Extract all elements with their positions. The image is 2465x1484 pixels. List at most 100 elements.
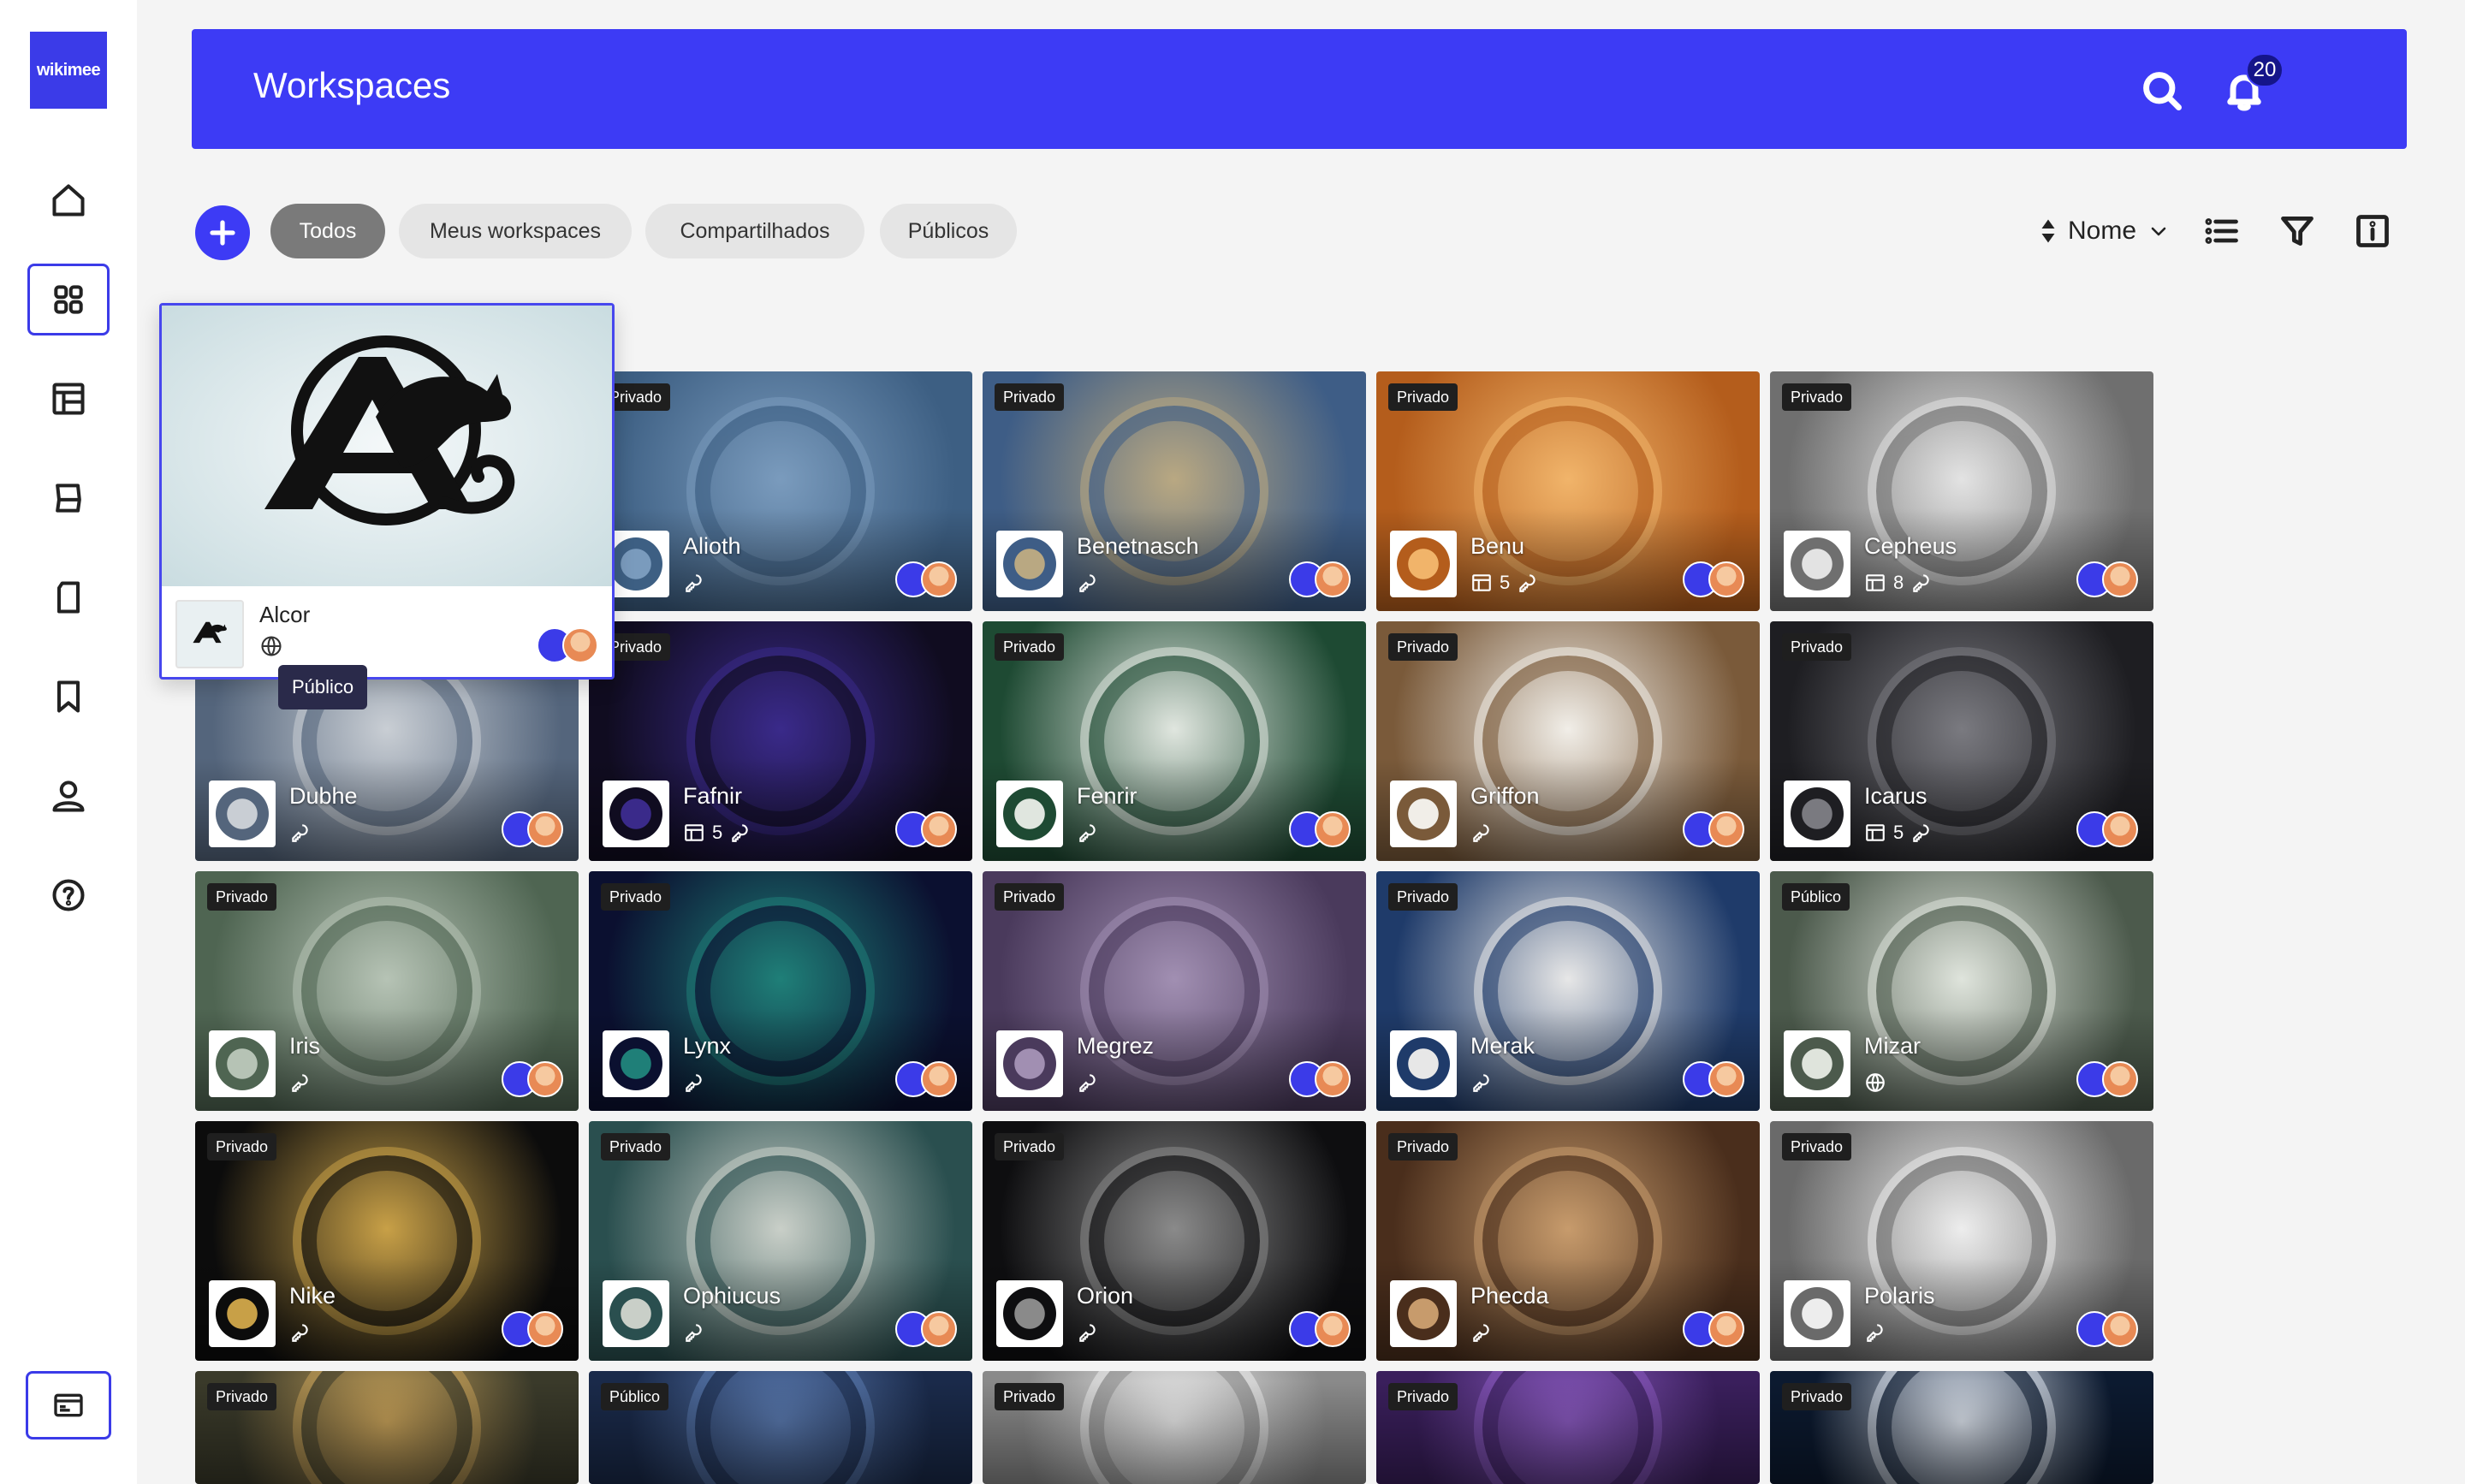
sort-dropdown[interactable]: Nome: [2040, 211, 2169, 252]
key-icon: [686, 1324, 702, 1342]
workspace-thumbnail: [1390, 781, 1457, 847]
workspace-card[interactable]: Público Mizar: [1770, 871, 2153, 1111]
workspace-card[interactable]: Privado Nike: [195, 1121, 579, 1361]
list-view-button[interactable]: [2200, 209, 2244, 253]
workspace-card[interactable]: Privado Griffon: [1376, 621, 1760, 861]
workspace-meta: [1864, 1321, 1886, 1344]
workspace-card[interactable]: Privado Orion: [983, 1121, 1366, 1361]
member-avatars[interactable]: [2076, 1061, 2138, 1097]
workspace-name: Benetnasch: [1077, 533, 1199, 559]
key-icon: [1473, 1324, 1489, 1342]
nav-documents[interactable]: [27, 561, 110, 633]
member-avatar-user: [2102, 1311, 2138, 1347]
member-avatars[interactable]: [895, 1061, 957, 1097]
workspace-card[interactable]: Privado Merak: [1376, 871, 1760, 1111]
member-avatar-user: [1708, 1061, 1744, 1097]
member-avatars[interactable]: [2076, 811, 2138, 847]
filter-all[interactable]: Todos: [270, 204, 385, 258]
visibility-tag: Privado: [1388, 883, 1458, 911]
workspace-card[interactable]: Privado Ophiucus: [589, 1121, 972, 1361]
member-avatars[interactable]: [1289, 1311, 1351, 1347]
grid-icon: [54, 285, 83, 314]
key-icon: [732, 824, 748, 842]
workspace-card[interactable]: Privado Benu 5: [1376, 371, 1760, 611]
member-avatars[interactable]: [1683, 561, 1744, 597]
workspace-meta: [289, 1071, 312, 1094]
nav-card-toggle[interactable]: [26, 1371, 111, 1439]
member-avatar-user: [1708, 811, 1744, 847]
visibility-tag: Público: [1782, 883, 1850, 911]
nav-home[interactable]: [27, 164, 110, 236]
member-avatars[interactable]: [1289, 561, 1351, 597]
visibility-tag: Privado: [995, 383, 1065, 411]
workspace-card[interactable]: Privado: [983, 1371, 1366, 1484]
nav-help[interactable]: [27, 859, 110, 931]
workspace-card[interactable]: Privado: [1376, 1371, 1760, 1484]
member-avatars[interactable]: [502, 1061, 563, 1097]
workspace-card[interactable]: Privado: [195, 1371, 579, 1484]
member-avatar-user: [2102, 811, 2138, 847]
member-avatars[interactable]: [895, 561, 957, 597]
workspace-card[interactable]: Privado Icarus 5: [1770, 621, 2153, 861]
workspace-name: Alioth: [683, 533, 741, 559]
filter-public[interactable]: Públicos: [880, 204, 1017, 258]
member-avatars[interactable]: [895, 811, 957, 847]
member-avatar-user: [921, 561, 957, 597]
workspace-card[interactable]: Privado: [1770, 1371, 2153, 1484]
list-icon: [2205, 218, 2238, 244]
nav-layout[interactable]: [27, 363, 110, 435]
member-avatars[interactable]: [502, 811, 563, 847]
key-icon: [686, 1074, 702, 1092]
member-avatars[interactable]: [2076, 561, 2138, 597]
workspace-card-hovered[interactable]: Alcor Público: [159, 303, 615, 709]
workspace-card[interactable]: Privado Cepheus 8: [1770, 371, 2153, 611]
nav-pages[interactable]: [27, 462, 110, 534]
key-icon: [292, 1324, 308, 1342]
member-avatars[interactable]: [1289, 1061, 1351, 1097]
filter-shared[interactable]: Compartilhados: [645, 204, 864, 258]
add-workspace-button[interactable]: [195, 205, 250, 260]
workspace-card[interactable]: Privado Megrez: [983, 871, 1366, 1111]
visibility-tag: Privado: [995, 1383, 1065, 1410]
nav-profile[interactable]: [27, 760, 110, 832]
visibility-tag: Privado: [995, 883, 1065, 911]
workspace-card[interactable]: Privado Benetnasch: [983, 371, 1366, 611]
workspace-card[interactable]: Público: [589, 1371, 972, 1484]
member-avatars[interactable]: [2076, 1311, 2138, 1347]
member-avatars[interactable]: [1683, 1061, 1744, 1097]
layout-icon: [52, 383, 85, 415]
workspace-card[interactable]: Privado Iris: [195, 871, 579, 1111]
nav-bookmarks[interactable]: [27, 661, 110, 733]
workspace-card[interactable]: Privado Phecda: [1376, 1121, 1760, 1361]
search-button[interactable]: [2135, 63, 2189, 118]
filter-button[interactable]: [2275, 209, 2319, 253]
filter-my-workspaces[interactable]: Meus workspaces: [399, 204, 632, 258]
workspace-card[interactable]: Privado Fafnir 5: [589, 621, 972, 861]
workspace-thumbnail: [209, 1030, 276, 1097]
member-avatars[interactable]: [895, 1311, 957, 1347]
member-avatars[interactable]: [537, 627, 598, 663]
workspace-name: Ophiucus: [683, 1283, 781, 1309]
workspace-card[interactable]: Privado Fenrir: [983, 621, 1366, 861]
info-button[interactable]: [2350, 209, 2395, 253]
key-icon: [292, 824, 308, 842]
workspace-thumbnail: [603, 1280, 669, 1347]
workspace-card[interactable]: Privado Polaris: [1770, 1121, 2153, 1361]
visibility-indicator[interactable]: [259, 634, 285, 660]
member-avatars[interactable]: [1683, 1311, 1744, 1347]
workspace-card[interactable]: Privado Lynx: [589, 871, 972, 1111]
member-avatars[interactable]: [502, 1311, 563, 1347]
member-avatars[interactable]: [1683, 811, 1744, 847]
pages-count-icon: [1472, 574, 1491, 591]
search-icon: [2143, 72, 2182, 110]
workspace-card[interactable]: Privado Alioth: [589, 371, 972, 611]
notification-badge: 20: [2246, 53, 2284, 87]
workspace-name: Mizar: [1864, 1033, 1921, 1059]
member-avatar-user: [1708, 1311, 1744, 1347]
member-avatars[interactable]: [1289, 811, 1351, 847]
cat-logo-icon: [264, 335, 515, 525]
app-logo[interactable]: wikimee: [30, 32, 107, 109]
visibility-tooltip: Público: [278, 665, 368, 709]
nav-workspaces[interactable]: [27, 264, 110, 335]
key-icon: [1079, 1324, 1096, 1342]
